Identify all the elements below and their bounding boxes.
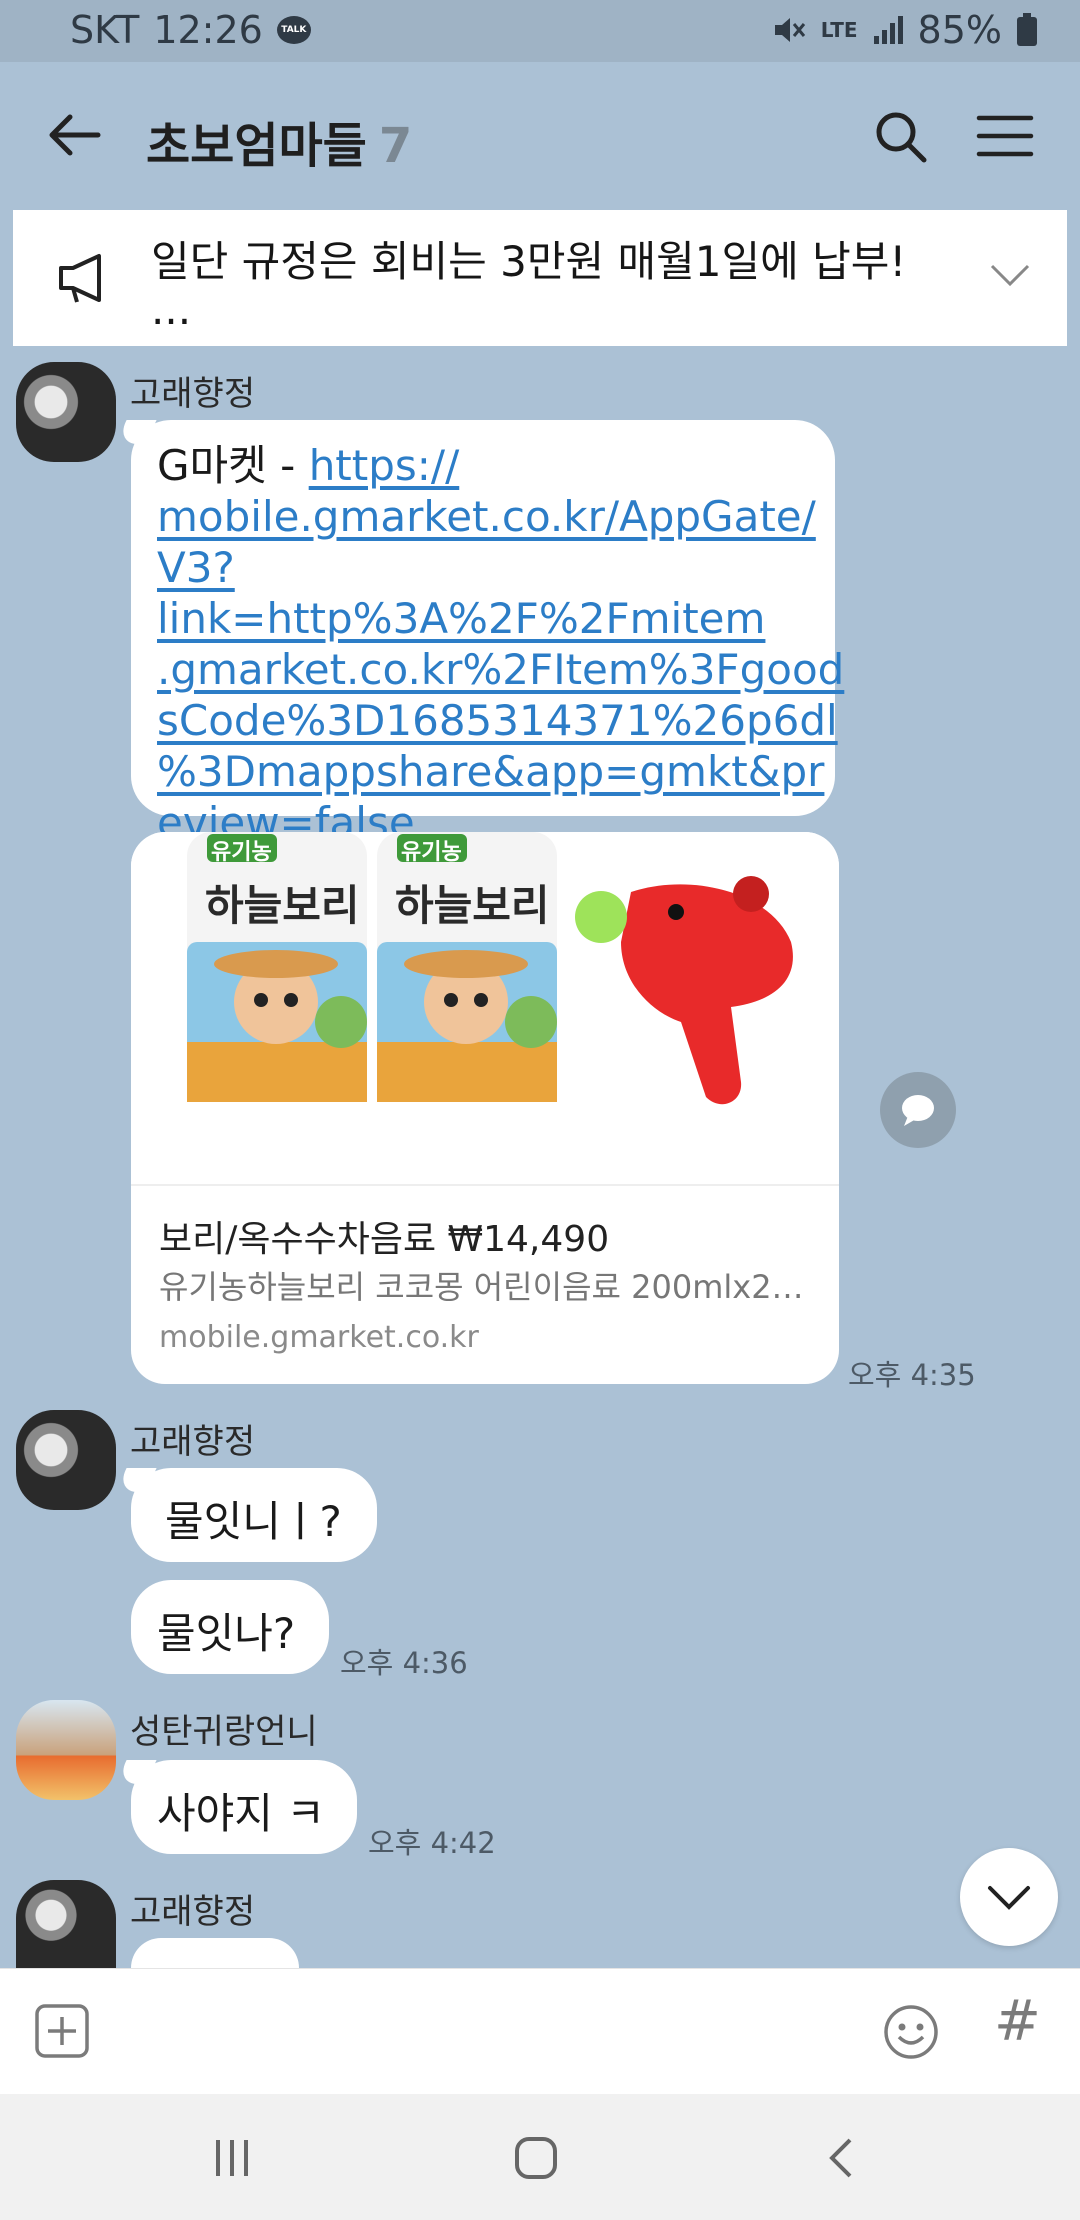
product-label: 하늘보리 (205, 881, 360, 930)
card-description: 유기농하늘보리 코코몽 어린이음료 200mlx2… (159, 1268, 804, 1306)
avatar[interactable] (16, 1410, 116, 1510)
notice-more: ... (151, 285, 192, 334)
link-line[interactable]: mobile.gmarket.co.kr/AppGate/ (157, 492, 816, 541)
battery-percent: 85% (917, 8, 1002, 52)
system-nav-bar (0, 2094, 1080, 2220)
clock: 12:26 (153, 8, 263, 52)
product-image: 유기농 하늘보리 하늘보리 유기농 (131, 832, 839, 1184)
link-line[interactable]: sCode%3D1685314371%26p6dl (157, 696, 838, 745)
message-prefix: G마켓 - (157, 441, 309, 490)
megaphone-icon (59, 254, 101, 303)
message-time: 오후 4:42 (368, 1826, 496, 1860)
chevron-down-icon[interactable] (989, 260, 1031, 290)
home-icon[interactable] (512, 2134, 560, 2182)
sender-name: 성탄귀랑언니 (130, 1712, 318, 1752)
message-text: 물잇니ㅣ? (165, 1497, 342, 1546)
member-count: 7 (378, 118, 413, 174)
card-divider (131, 1184, 839, 1186)
link-line[interactable]: V3?link=http%3A%2F%2Fmitem (157, 543, 765, 643)
message-bubble[interactable]: 사야지 ㅋ (131, 1760, 357, 1854)
carrier: SKT (70, 8, 140, 52)
card-title: 보리/옥수수차음료 ₩14,490 (159, 1219, 610, 1260)
sender-name: 고래향정 (130, 374, 256, 414)
battery-icon (1017, 13, 1037, 46)
link-line[interactable]: .gmarket.co.kr%2FItem%3Fgood (157, 645, 844, 694)
chat-header: 초보엄마들 7 (0, 62, 1080, 208)
product-badge: 유기농 (401, 840, 462, 865)
room-name: 초보엄마들 (146, 118, 367, 174)
avatar[interactable] (16, 1880, 116, 1968)
search-icon[interactable] (870, 106, 930, 166)
notice-text: 일단 규정은 회비는 3만원 매월1일에 납부! (151, 237, 907, 286)
message-bubble[interactable]: 물잇니ㅣ? (131, 1468, 377, 1562)
link-line[interactable]: %3Dmappshare&app=gmkt&pr (157, 747, 824, 796)
avatar[interactable] (16, 1700, 116, 1800)
back-nav-icon[interactable] (818, 2134, 866, 2182)
message-time: 오후 4:36 (340, 1646, 468, 1680)
message-input-bar: # (0, 1968, 1080, 2095)
signal-icon (873, 16, 903, 44)
mute-icon (774, 18, 805, 42)
status-bar: SKT 12:26 TALK LTE 85% (0, 0, 1080, 62)
link-message-text: G마켓 - https:// mobile.gmarket.co.kr/AppG… (157, 440, 844, 848)
notice-text-block: 일단 규정은 회비는 3만원 매월1일에 납부! ... (151, 238, 971, 334)
share-button[interactable] (880, 1072, 956, 1148)
message-input[interactable] (120, 1989, 840, 2075)
scroll-to-bottom-button[interactable] (960, 1848, 1058, 1946)
chat-title: 초보엄마들 7 (146, 106, 412, 176)
smiley-icon[interactable] (882, 2003, 940, 2061)
message-bubble[interactable] (131, 1938, 299, 1968)
recent-apps-icon[interactable] (208, 2134, 256, 2182)
plus-square-icon[interactable] (34, 2003, 90, 2059)
product-badge: 유기농 (211, 840, 272, 865)
hamburger-menu-icon[interactable] (975, 106, 1035, 166)
talk-notification-icon: TALK (276, 16, 311, 44)
chevron-down-icon (988, 1886, 1030, 1910)
product-label: 하늘보리 (395, 881, 550, 930)
message-bubble[interactable]: G마켓 - https:// mobile.gmarket.co.kr/AppG… (131, 420, 844, 847)
message-bubble[interactable]: 물잇나? (131, 1580, 329, 1674)
link-preview-card[interactable]: 유기농 하늘보리 하늘보리 유기농 보리/옥수수차음료 ₩14,490 유기농하… (131, 832, 839, 1384)
card-domain: mobile.gmarket.co.kr (159, 1320, 479, 1355)
status-right: LTE 85% (771, 8, 1038, 52)
hashtag-icon[interactable]: # (994, 1989, 1041, 2054)
chat-bubble-icon (902, 1095, 934, 1126)
message-time: 오후 4:35 (848, 1358, 976, 1392)
arrow-left-icon[interactable] (44, 110, 104, 160)
status-left: SKT 12:26 TALK (70, 8, 311, 52)
network-type: LTE (820, 18, 858, 42)
avatar[interactable] (16, 362, 116, 462)
link-line[interactable]: https:// (309, 441, 460, 490)
notice-banner[interactable]: 일단 규정은 회비는 3만원 매월1일에 납부! ... (13, 210, 1067, 346)
sender-name: 고래향정 (130, 1892, 256, 1932)
message-text: 사야지 ㅋ (157, 1789, 325, 1838)
sender-name: 고래향정 (130, 1422, 256, 1462)
message-text: 물잇나? (157, 1609, 296, 1658)
